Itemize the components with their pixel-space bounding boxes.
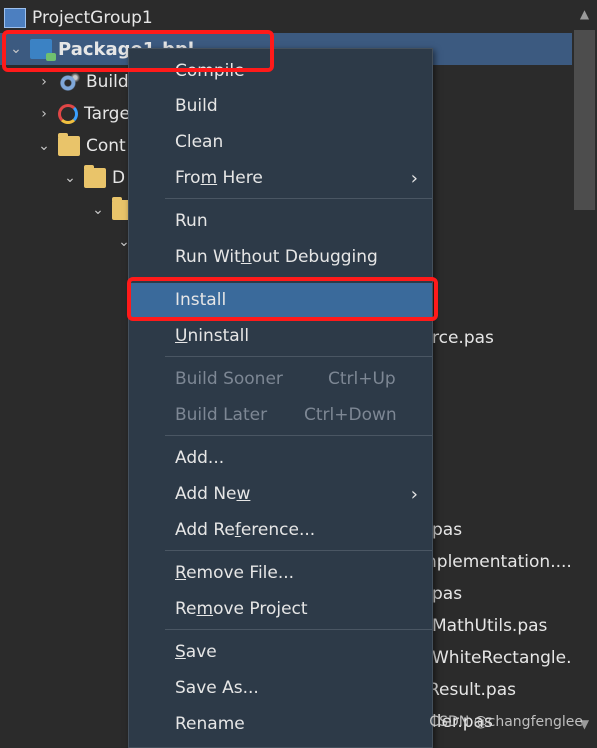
menu-item-rename[interactable]: Rename [129,707,432,741]
menu-item-save-as[interactable]: Save As... [129,671,432,705]
menu-item-uninstall[interactable]: Uninstall [129,319,432,353]
file-label[interactable]: rce.pas [432,328,494,348]
folder-icon [58,133,80,156]
menu-separator [165,277,432,278]
menu-shortcut: Ctrl+Down [304,405,397,425]
package-icon [30,39,56,61]
menu-item-add[interactable]: Add... [129,441,432,475]
build-config-label: Build [86,72,129,92]
menu-separator [165,550,432,551]
target-platform-icon [58,104,78,124]
menu-item-clean[interactable]: Clean [129,125,432,159]
menu-item-save[interactable]: Save [129,635,432,669]
menu-item-build-sooner[interactable]: Build Sooner Ctrl+Up [129,362,432,396]
menu-item-build-later[interactable]: Build Later Ctrl+Down [129,398,432,432]
contains-label: Cont [86,136,126,156]
menu-item-add-new[interactable]: Add New › [129,477,432,511]
menu-item-label: Build Later [175,405,268,425]
menu-item-run-without-debugging[interactable]: Run Without Debugging [129,240,432,274]
file-label[interactable]: Result.pas [428,680,516,700]
menu-item-label: Build Sooner [175,369,283,389]
menu-item-label: Run Without Debugging [175,247,378,267]
menu-item-label: Save [175,642,217,662]
menu-item-label: Run [175,211,208,231]
file-label[interactable]: pas [432,584,462,604]
chevron-down-icon[interactable]: ⌄ [90,202,106,218]
menu-separator [165,356,432,357]
menu-separator [165,198,432,199]
menu-shortcut: Ctrl+Up [328,369,396,389]
chevron-down-icon[interactable]: ⌄ [8,41,24,57]
menu-separator [165,629,432,630]
tree-row-project-group[interactable]: ProjectGroup1 [0,2,572,34]
menu-item-run[interactable]: Run [129,204,432,238]
submenu-arrow-icon: › [410,167,418,189]
file-label[interactable]: MathUtils.pas [432,616,547,636]
menu-item-label: Add... [175,448,225,468]
menu-item-label: Add Reference... [175,520,316,540]
menu-item-compile[interactable]: Compile [129,54,432,88]
menu-item-remove-project[interactable]: Remove Project [129,592,432,626]
menu-item-remove-file[interactable]: Remove File... [129,556,432,590]
context-menu: Compile Build Clean From Here › Run Run … [128,48,433,748]
menu-item-label: Install [175,290,227,310]
file-label[interactable]: pas [432,520,462,540]
menu-item-install[interactable]: Install [129,283,432,317]
menu-item-from-here[interactable]: From Here › [129,161,432,195]
menu-item-label: Remove File... [175,563,295,583]
chevron-down-icon[interactable]: ⌄ [36,138,52,154]
folder-icon [84,165,106,188]
chevron-down-icon[interactable]: ⌄ [62,170,78,186]
menu-item-label: Compile [175,61,245,81]
project-group-label: ProjectGroup1 [32,8,153,28]
menu-item-label: From Here [175,168,263,188]
menu-item-label: Save As... [175,678,259,698]
vertical-scrollbar[interactable]: ▲ ▼ [572,0,597,738]
submenu-arrow-icon: › [410,483,418,505]
chevron-right-icon[interactable]: › [36,106,52,122]
project-group-icon [4,8,26,28]
d-label: D [112,168,126,188]
menu-separator [165,435,432,436]
chevron-right-icon[interactable]: › [36,74,52,90]
menu-item-label: Build [175,96,218,116]
menu-item-label: Remove Project [175,599,308,619]
scrollbar-thumb[interactable] [574,30,595,210]
menu-item-add-reference[interactable]: Add Reference... [129,513,432,547]
file-label[interactable]: WhiteRectangle... [432,648,582,668]
menu-item-label: Clean [175,132,224,152]
scroll-up-icon[interactable]: ▲ [572,4,597,24]
target-label: Targe [84,104,130,124]
menu-item-label: Rename [175,714,245,734]
menu-item-label: Add New [175,484,251,504]
menu-item-build[interactable]: Build [129,89,432,123]
watermark: CSDN @changfenglee [429,714,583,730]
build-config-icon [58,72,80,92]
menu-item-label: Uninstall [175,326,250,346]
file-label[interactable]: nplementation.... [426,552,572,572]
